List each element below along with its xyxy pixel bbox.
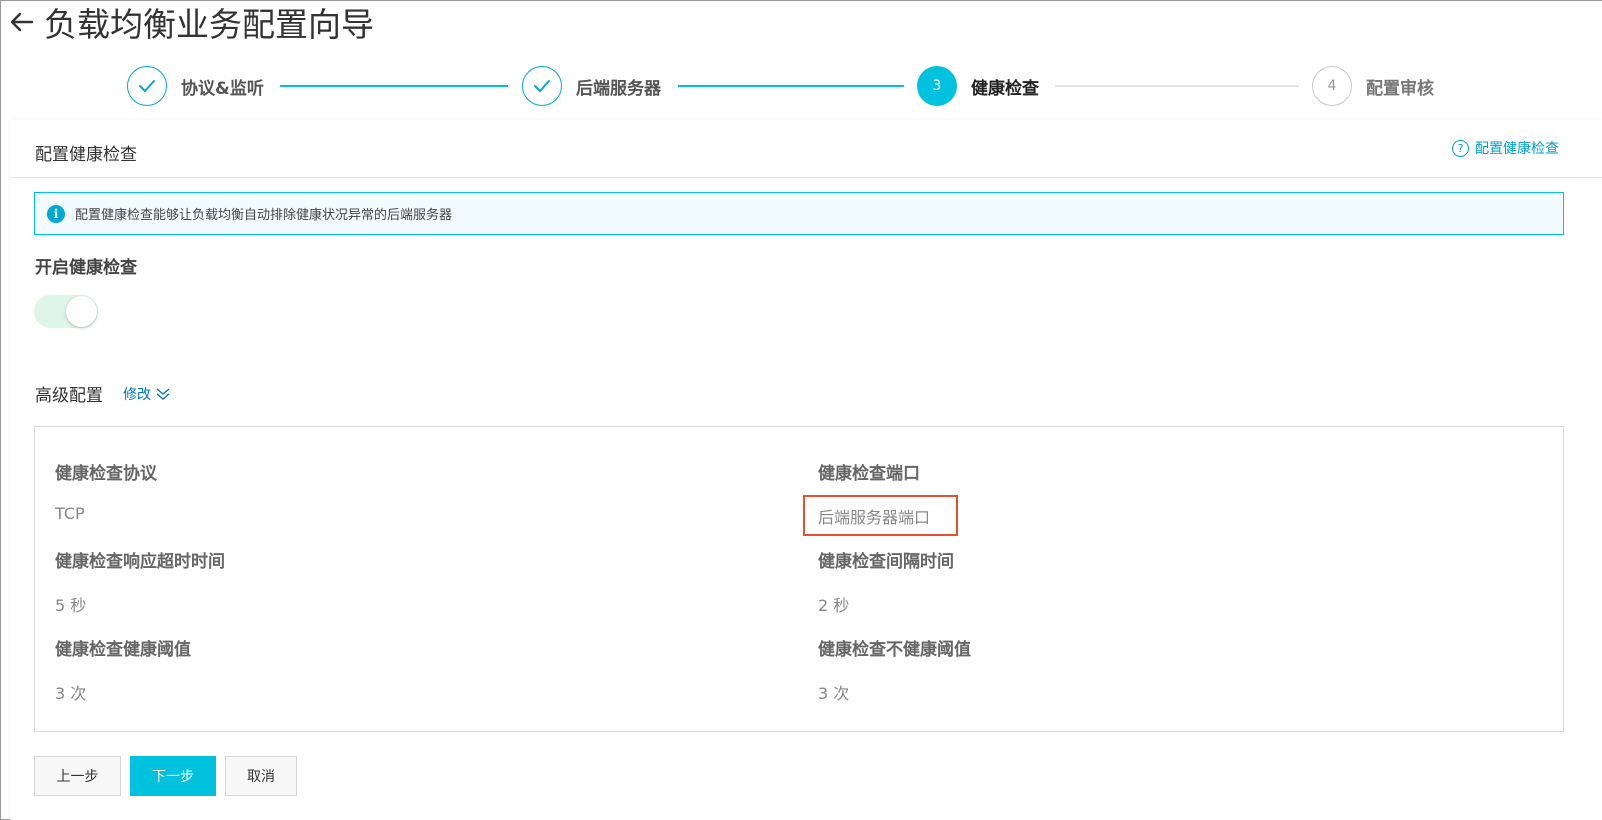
unhealthy-threshold-label: 健康检查不健康阈值: [818, 640, 971, 660]
step-label: 后端服务器: [576, 78, 661, 99]
enable-health-check-toggle[interactable]: [34, 295, 98, 328]
healthy-threshold-value: 3 次: [55, 684, 87, 703]
help-link-label: 配置健康检查: [1475, 141, 1559, 157]
page-title: 负载均衡业务配置向导: [44, 5, 374, 44]
step-health-check: 3 健康检查: [917, 66, 1039, 106]
protocol-label: 健康检查协议: [55, 464, 157, 484]
step-number: 3: [917, 66, 957, 106]
step-connector-2: [678, 85, 904, 87]
question-circle-icon: ?: [1452, 139, 1469, 157]
card-title: 配置健康检查: [35, 145, 137, 165]
healthy-threshold-label: 健康检查健康阈值: [55, 640, 191, 660]
step-connector-3: [1055, 85, 1299, 87]
advanced-config-label: 高级配置: [35, 386, 103, 406]
port-label: 健康检查端口: [818, 464, 920, 484]
next-step-button[interactable]: 下一步: [130, 756, 216, 796]
protocol-value: TCP: [55, 504, 85, 523]
step-protocol-listener: 协议&监听: [127, 66, 264, 106]
highlight-box: [803, 495, 958, 536]
step-review: 4 配置审核: [1312, 66, 1434, 106]
back-arrow-icon[interactable]: [8, 8, 38, 38]
info-circle-icon: i: [47, 204, 65, 223]
double-chevron-down-icon: [155, 387, 171, 401]
prev-step-button[interactable]: 上一步: [34, 756, 121, 796]
timeout-value: 5 秒: [55, 596, 87, 615]
info-banner: i 配置健康检查能够让负载均衡自动排除健康状况异常的后端服务器: [34, 192, 1564, 235]
modify-link-label: 修改: [123, 387, 151, 403]
timeout-label: 健康检查响应超时时间: [55, 552, 225, 572]
interval-value: 2 秒: [818, 596, 850, 615]
divider: [10, 177, 1602, 178]
info-text: 配置健康检查能够让负载均衡自动排除健康状况异常的后端服务器: [75, 208, 453, 223]
step-label: 配置审核: [1366, 78, 1434, 99]
check-icon: [127, 66, 167, 106]
interval-label: 健康检查间隔时间: [818, 552, 954, 572]
cancel-button[interactable]: 取消: [225, 756, 297, 796]
modify-link[interactable]: 修改: [123, 384, 171, 404]
advanced-config-panel: [34, 426, 1564, 732]
step-connector-1: [280, 85, 508, 87]
step-number: 4: [1312, 66, 1352, 106]
enable-health-check-label: 开启健康检查: [35, 258, 137, 278]
step-label: 协议&监听: [181, 78, 264, 99]
step-label: 健康检查: [971, 78, 1039, 99]
help-link[interactable]: ? 配置健康检查: [1452, 137, 1559, 159]
check-icon: [522, 66, 562, 106]
unhealthy-threshold-value: 3 次: [818, 684, 850, 703]
step-backend-servers: 后端服务器: [522, 66, 661, 106]
toggle-knob: [66, 296, 97, 327]
